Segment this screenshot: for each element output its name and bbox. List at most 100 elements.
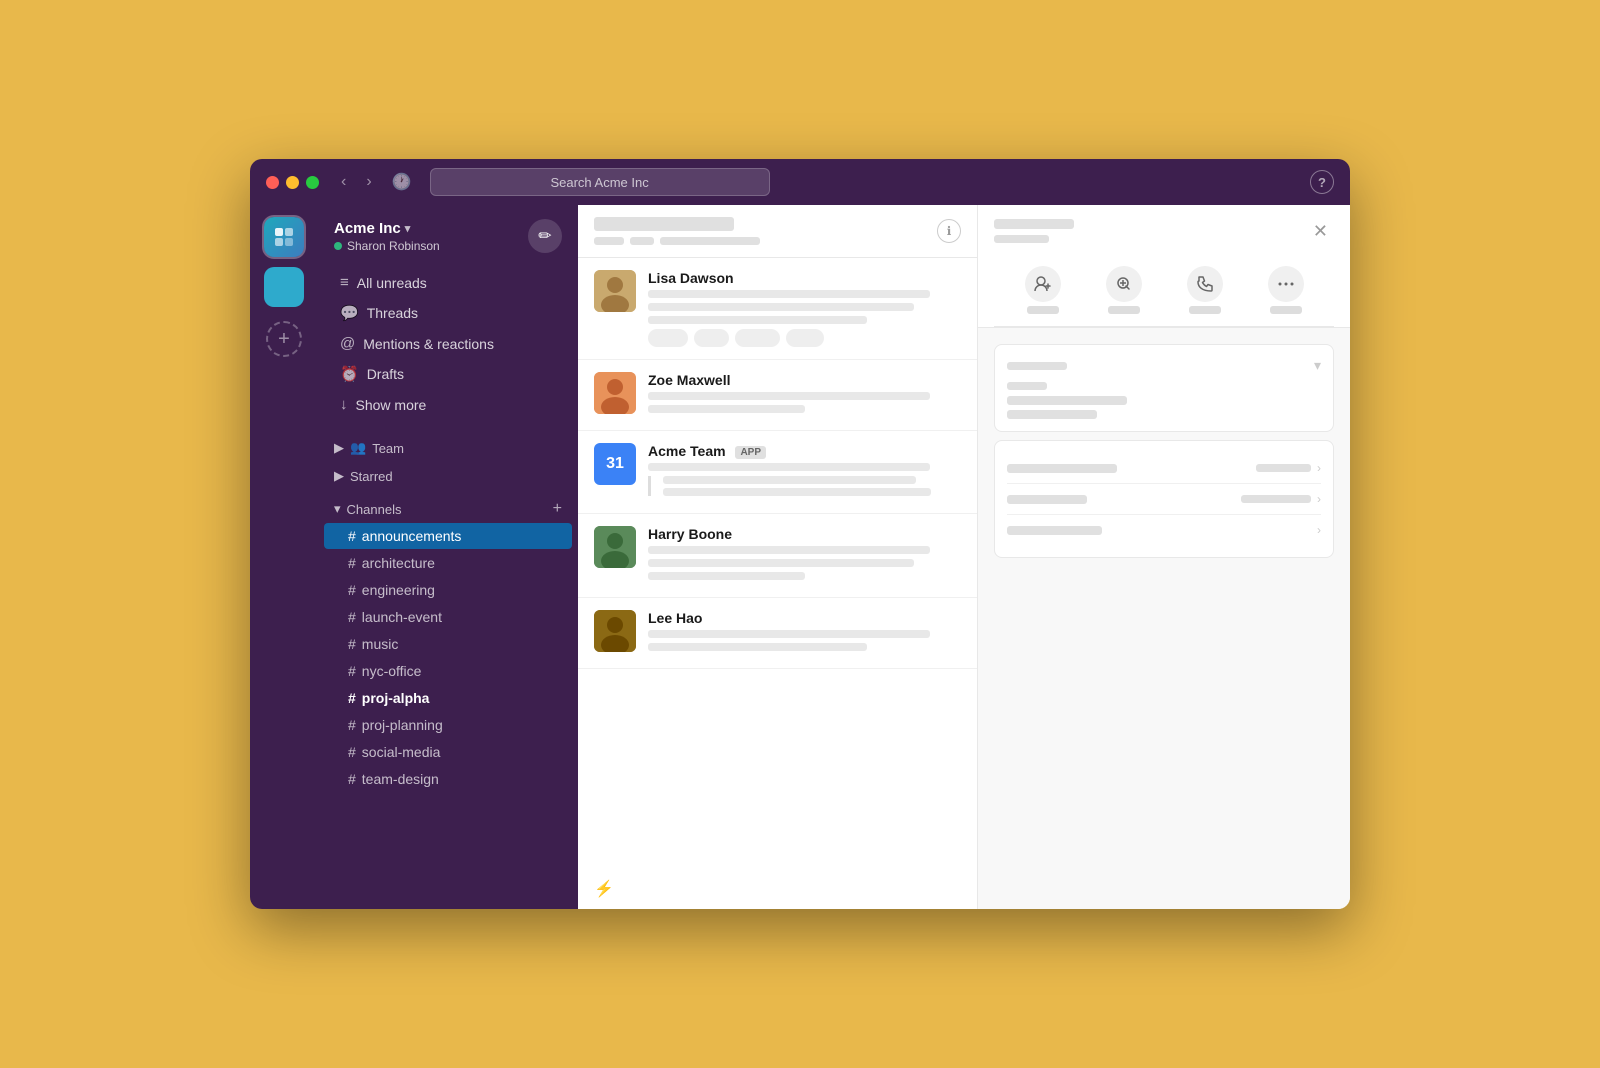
ph <box>1007 396 1127 405</box>
nav-label: All unreads <box>357 275 427 291</box>
close-button[interactable] <box>266 176 279 189</box>
tag <box>735 329 780 347</box>
starred-label: Starred <box>350 469 393 484</box>
channel-item-launch-event[interactable]: # launch-event <box>324 604 572 630</box>
message-line <box>648 290 930 298</box>
call-action[interactable] <box>1187 266 1223 314</box>
action-label <box>1189 306 1221 314</box>
app-window: ‹ › 🕐 Search Acme Inc ? + <box>250 159 1350 909</box>
maximize-button[interactable] <box>306 176 319 189</box>
avatar-acme-team: 31 <box>594 443 636 485</box>
chevron-down-icon-channels: ▾ <box>334 501 341 517</box>
info-button[interactable]: ℹ <box>937 219 961 243</box>
back-button[interactable]: ‹ <box>335 171 352 193</box>
channel-label: architecture <box>362 555 435 571</box>
message-item-harry-boone[interactable]: Harry Boone <box>578 514 977 598</box>
action-label <box>1270 306 1302 314</box>
panel-title-placeholder <box>594 217 734 231</box>
workspace-bar: + <box>250 205 318 909</box>
detail-row-1[interactable]: › <box>1007 453 1321 484</box>
channel-label: engineering <box>362 582 435 598</box>
action-label <box>1108 306 1140 314</box>
team-section-header[interactable]: ▶ 👥 Team <box>318 436 578 460</box>
channel-item-proj-planning[interactable]: # proj-planning <box>324 712 572 738</box>
channel-label: launch-event <box>362 609 442 625</box>
section-title-ph <box>1007 362 1067 370</box>
workspace-icon-primary[interactable] <box>264 217 304 257</box>
message-item-zoe-maxwell[interactable]: Zoe Maxwell <box>578 360 977 431</box>
nav-label: Drafts <box>367 366 404 382</box>
hash-icon: # <box>348 744 356 760</box>
workspace-name[interactable]: Acme Inc ▾ <box>334 220 440 237</box>
avatar-zoe-maxwell <box>594 372 636 414</box>
forward-button[interactable]: › <box>360 171 377 193</box>
sidebar-item-mentions[interactable]: @ Mentions & reactions <box>324 329 572 358</box>
channel-item-architecture[interactable]: # architecture <box>324 550 572 576</box>
minimize-button[interactable] <box>286 176 299 189</box>
tag <box>648 329 688 347</box>
titlebar: ‹ › 🕐 Search Acme Inc ? <box>250 159 1350 205</box>
compose-button[interactable]: ✏ <box>528 219 562 253</box>
message-content-zoe-maxwell: Zoe Maxwell <box>648 372 961 418</box>
message-item-acme-team[interactable]: 31 Acme Team APP <box>578 431 977 514</box>
sidebar-item-drafts[interactable]: ⏰ Drafts <box>324 359 572 389</box>
channel-item-music[interactable]: # music <box>324 631 572 657</box>
ph <box>1007 495 1087 504</box>
nav-label: Mentions & reactions <box>363 336 494 352</box>
ph <box>994 219 1074 229</box>
channel-item-social-media[interactable]: # social-media <box>324 739 572 765</box>
hash-icon: # <box>348 663 356 679</box>
message-line <box>648 546 930 554</box>
channel-item-engineering[interactable]: # engineering <box>324 577 572 603</box>
help-button[interactable]: ? <box>1310 170 1334 194</box>
starred-section-header[interactable]: ▶ Starred <box>318 464 578 488</box>
channels-section-header[interactable]: ▾ Channels + <box>318 496 578 522</box>
threads-icon: 💬 <box>340 304 359 322</box>
hash-icon: # <box>348 609 356 625</box>
detail-row-3[interactable]: › <box>1007 515 1321 545</box>
channel-item-team-design[interactable]: # team-design <box>324 766 572 792</box>
channel-item-nyc-office[interactable]: # nyc-office <box>324 658 572 684</box>
message-line <box>648 559 914 567</box>
ph <box>1007 526 1102 535</box>
message-line <box>648 316 867 324</box>
hash-icon: # <box>348 717 356 733</box>
channel-item-proj-alpha[interactable]: # proj-alpha <box>324 685 572 711</box>
at-icon: @ <box>340 335 355 352</box>
search-action[interactable] <box>1106 266 1142 314</box>
channel-label: proj-planning <box>362 717 443 733</box>
compose-icon: ✏ <box>538 226 551 246</box>
tag <box>786 329 824 347</box>
detail-row-2[interactable]: › <box>1007 484 1321 515</box>
row-right: › <box>1241 492 1321 506</box>
status-indicator <box>334 242 342 250</box>
more-action[interactable] <box>1268 266 1304 314</box>
avatar-harry-boone <box>594 526 636 568</box>
workspace-icon-secondary[interactable] <box>264 267 304 307</box>
add-channel-button[interactable]: + <box>553 500 562 518</box>
sidebar-item-show-more[interactable]: ↓ Show more <box>324 390 572 419</box>
channel-item-announcements[interactable]: # announcements <box>324 523 572 549</box>
detail-title-area <box>994 219 1074 243</box>
message-name: Zoe Maxwell <box>648 372 961 388</box>
message-item-lee-hao[interactable]: Lee Hao <box>578 598 977 669</box>
sidebar-item-all-unreads[interactable]: ≡ All unreads <box>324 268 572 297</box>
close-panel-button[interactable]: ✕ <box>1307 219 1334 244</box>
detail-sections: ▾ › <box>978 328 1350 574</box>
channel-label: proj-alpha <box>362 690 430 706</box>
chevron-down-icon: ▾ <box>1314 357 1321 374</box>
add-workspace-button[interactable]: + <box>266 321 302 357</box>
message-content-harry-boone: Harry Boone <box>648 526 961 585</box>
ph <box>1256 464 1311 472</box>
sidebar-item-threads[interactable]: 💬 Threads <box>324 298 572 328</box>
message-item-lisa-dawson[interactable]: Lisa Dawson <box>578 258 977 360</box>
search-bar[interactable]: Search Acme Inc <box>430 168 770 196</box>
ph <box>1007 410 1097 419</box>
history-button[interactable]: 🕐 <box>386 170 418 194</box>
channel-label: announcements <box>362 528 462 544</box>
add-user-action[interactable] <box>1025 266 1061 314</box>
message-name: Harry Boone <box>648 526 961 542</box>
message-name: Acme Team APP <box>648 443 961 459</box>
lightning-icon[interactable]: ⚡ <box>578 869 977 909</box>
message-items: Lisa Dawson <box>578 258 977 869</box>
